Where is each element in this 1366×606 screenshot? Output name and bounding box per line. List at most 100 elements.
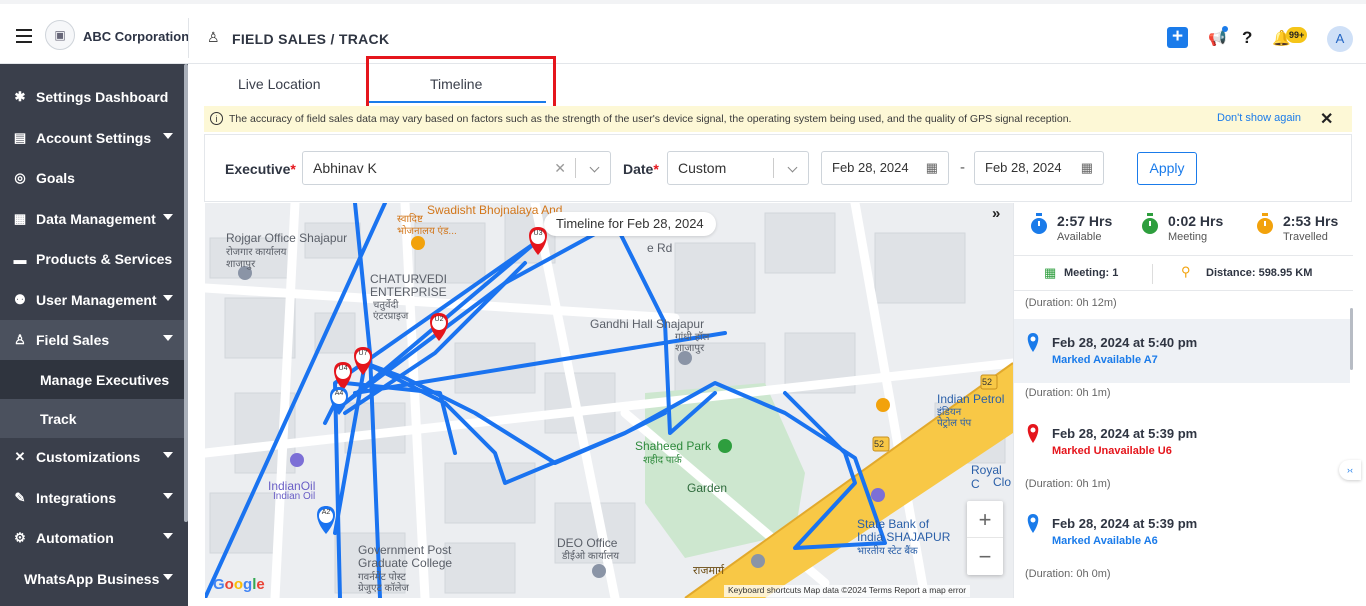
highway-label: राजमार्ग	[693, 565, 725, 577]
sidebar-item-label: Goals	[36, 170, 75, 186]
zoom-in-button[interactable]: +	[967, 501, 1003, 538]
sidebar-scrollbar[interactable]	[184, 64, 188, 522]
sidebar-item-settings-dashboard[interactable]: ✱ Settings Dashboard	[0, 77, 185, 117]
sidebar-item-label: Settings Dashboard	[36, 89, 169, 105]
info-icon: i	[210, 112, 223, 125]
sidebar-item-field-sales[interactable]: ♙ Field Sales	[0, 320, 185, 360]
map-attribution[interactable]: Keyboard shortcuts Map data ©2024 Terms …	[724, 585, 971, 597]
sidebar-item-label: Products & Services	[36, 251, 173, 267]
sidebar-item-data-management[interactable]: ▦ Data Management	[0, 199, 185, 239]
timeline-event[interactable]: Feb 28, 2024 at 5:39 pm Marked Available…	[1014, 500, 1350, 564]
field-sales-icon: ♙	[207, 29, 220, 45]
map-place-label: भोजनालय एंड...	[397, 226, 457, 237]
location-pin-icon	[1027, 514, 1039, 533]
close-icon[interactable]: ✕	[1320, 109, 1333, 129]
collapse-tab-icon[interactable]: ›‹	[1339, 460, 1361, 480]
from-date-input[interactable]: Feb 28, 2024 ▦	[821, 151, 949, 185]
sidebar-item-label: Account Settings	[36, 130, 152, 146]
sidebar-item-label: Integrations	[36, 490, 117, 506]
sidebar-item-user-management[interactable]: ⚉ User Management	[0, 280, 185, 320]
sidebar-item-integrations[interactable]: ✎ Integrations	[0, 478, 185, 518]
duration-label: (Duration: 0h 1m)	[1025, 478, 1111, 490]
sidebar-item-label: User Management	[36, 292, 157, 308]
map-place-label: India SHAJAPUR	[857, 530, 951, 544]
timeline-event[interactable]: Feb 28, 2024 at 5:40 pm Marked Available…	[1014, 319, 1350, 383]
cogs-icon: ⚙	[14, 530, 26, 545]
marker-u3[interactable]: U3	[531, 230, 545, 237]
chevron-down-icon[interactable]	[787, 162, 798, 173]
panel-scrollbar[interactable]	[1350, 308, 1353, 370]
company-logo: ▣	[45, 20, 75, 50]
chevron-down-icon	[163, 133, 173, 139]
map-place-label: State Bank of	[857, 517, 930, 531]
zoom-out-button[interactable]: −	[967, 538, 1003, 575]
divider	[188, 18, 189, 58]
menu-icon[interactable]	[16, 29, 32, 43]
calendar-icon[interactable]: ▦	[926, 152, 938, 184]
add-button[interactable]: +	[1167, 27, 1188, 48]
chevron-down-icon[interactable]	[589, 162, 600, 173]
sidebar-item-customizations[interactable]: ✕ Customizations	[0, 437, 185, 477]
marker-u2[interactable]: U2	[432, 316, 446, 323]
chevron-down-icon	[163, 335, 173, 341]
executive-select[interactable]: Abhinav K ✕	[302, 151, 611, 185]
map-place-label: Graduate College	[358, 556, 453, 570]
box-icon: ▬	[13, 251, 27, 267]
date-separator: -	[960, 159, 965, 176]
marker-a4[interactable]: A4	[332, 390, 346, 397]
map-place-label: Clo	[993, 475, 1012, 489]
sidebar-item-whatsapp-business[interactable]: WhatsApp Business	[0, 559, 185, 599]
announcement-dot	[1222, 26, 1228, 32]
map-view[interactable]: U3 U2 U7 U4 A4 A2 Swadisht Bhojnalaya An…	[205, 203, 1013, 598]
sidebar-item-label: WhatsApp Business	[24, 571, 160, 587]
marker-a2[interactable]: A2	[319, 509, 333, 516]
sidebar-subitem-track[interactable]: Track	[0, 399, 185, 438]
stat-available: 2:57 Hrs Available	[1029, 213, 1112, 243]
highlight-annotation	[366, 56, 556, 111]
date-label: Date*	[623, 161, 659, 177]
tab-bar: Live Location Timeline	[188, 64, 1366, 104]
chevron-down-icon	[163, 533, 173, 539]
location-pin-icon	[1027, 333, 1039, 352]
sidebar-item-products-services[interactable]: ▬ Products & Services	[0, 239, 185, 279]
timeline-event[interactable]: Feb 28, 2024 at 5:39 pm Marked Unavailab…	[1014, 410, 1350, 474]
person-pin-icon: ♙	[14, 332, 26, 347]
wand-icon: ✎	[14, 490, 26, 505]
clear-icon[interactable]: ✕	[554, 152, 566, 184]
duration-label: (Duration: 0h 0m)	[1025, 568, 1111, 580]
sidebar-item-account-settings[interactable]: ▤ Account Settings	[0, 118, 185, 158]
sidebar-item-label: Data Management	[36, 211, 156, 227]
sidebar-item-automation[interactable]: ⚙ Automation	[0, 518, 185, 558]
calendar-icon[interactable]: ▦	[1081, 152, 1093, 184]
summary-row: ▦ Meeting: 1 ⚲ Distance: 598.95 KM	[1014, 255, 1353, 291]
to-date-input[interactable]: Feb 28, 2024 ▦	[974, 151, 1104, 185]
avatar[interactable]: A	[1327, 26, 1353, 52]
expand-panel-icon[interactable]: »	[992, 205, 1000, 222]
map-place-label: Indian Oil	[273, 491, 316, 502]
highway-shield: 52	[874, 439, 885, 449]
tools-icon: ✕	[14, 449, 26, 464]
map-place-label: डीईओ कार्यालय	[562, 551, 620, 562]
map-place-label: e Rd	[647, 241, 673, 255]
map-place-label: Shaheed Park	[635, 439, 712, 453]
tab-live-location[interactable]: Live Location	[238, 76, 321, 92]
sidebar-item-goals[interactable]: ◎ Goals	[0, 158, 185, 198]
stopwatch-icon	[1257, 213, 1273, 234]
sidebar-subitem-manage-executives[interactable]: Manage Executives	[0, 360, 185, 399]
chevron-down-icon	[163, 214, 173, 220]
help-icon[interactable]: ?	[1242, 28, 1252, 48]
marker-u7[interactable]: U7	[356, 350, 370, 357]
date-range-select[interactable]: Custom	[667, 151, 809, 185]
map-place-label: Swadisht Bhojnalaya And	[427, 203, 563, 217]
meeting-count: Meeting: 1	[1064, 267, 1119, 279]
apply-button[interactable]: Apply	[1137, 152, 1197, 185]
map-place-label: Garden	[687, 481, 728, 495]
users-icon: ⚉	[14, 292, 26, 307]
executive-value: Abhinav K	[313, 160, 377, 176]
map-place-label: Rojgar Office Shajapur	[226, 231, 348, 245]
sidebar-item-label: Customizations	[36, 449, 141, 465]
stat-travelled: 2:53 Hrs Travelled	[1255, 213, 1338, 243]
sidebar-item-label: Field Sales	[36, 332, 110, 348]
marker-u4[interactable]: U4	[336, 365, 350, 372]
dont-show-again-link[interactable]: Don't show again	[1217, 112, 1301, 124]
